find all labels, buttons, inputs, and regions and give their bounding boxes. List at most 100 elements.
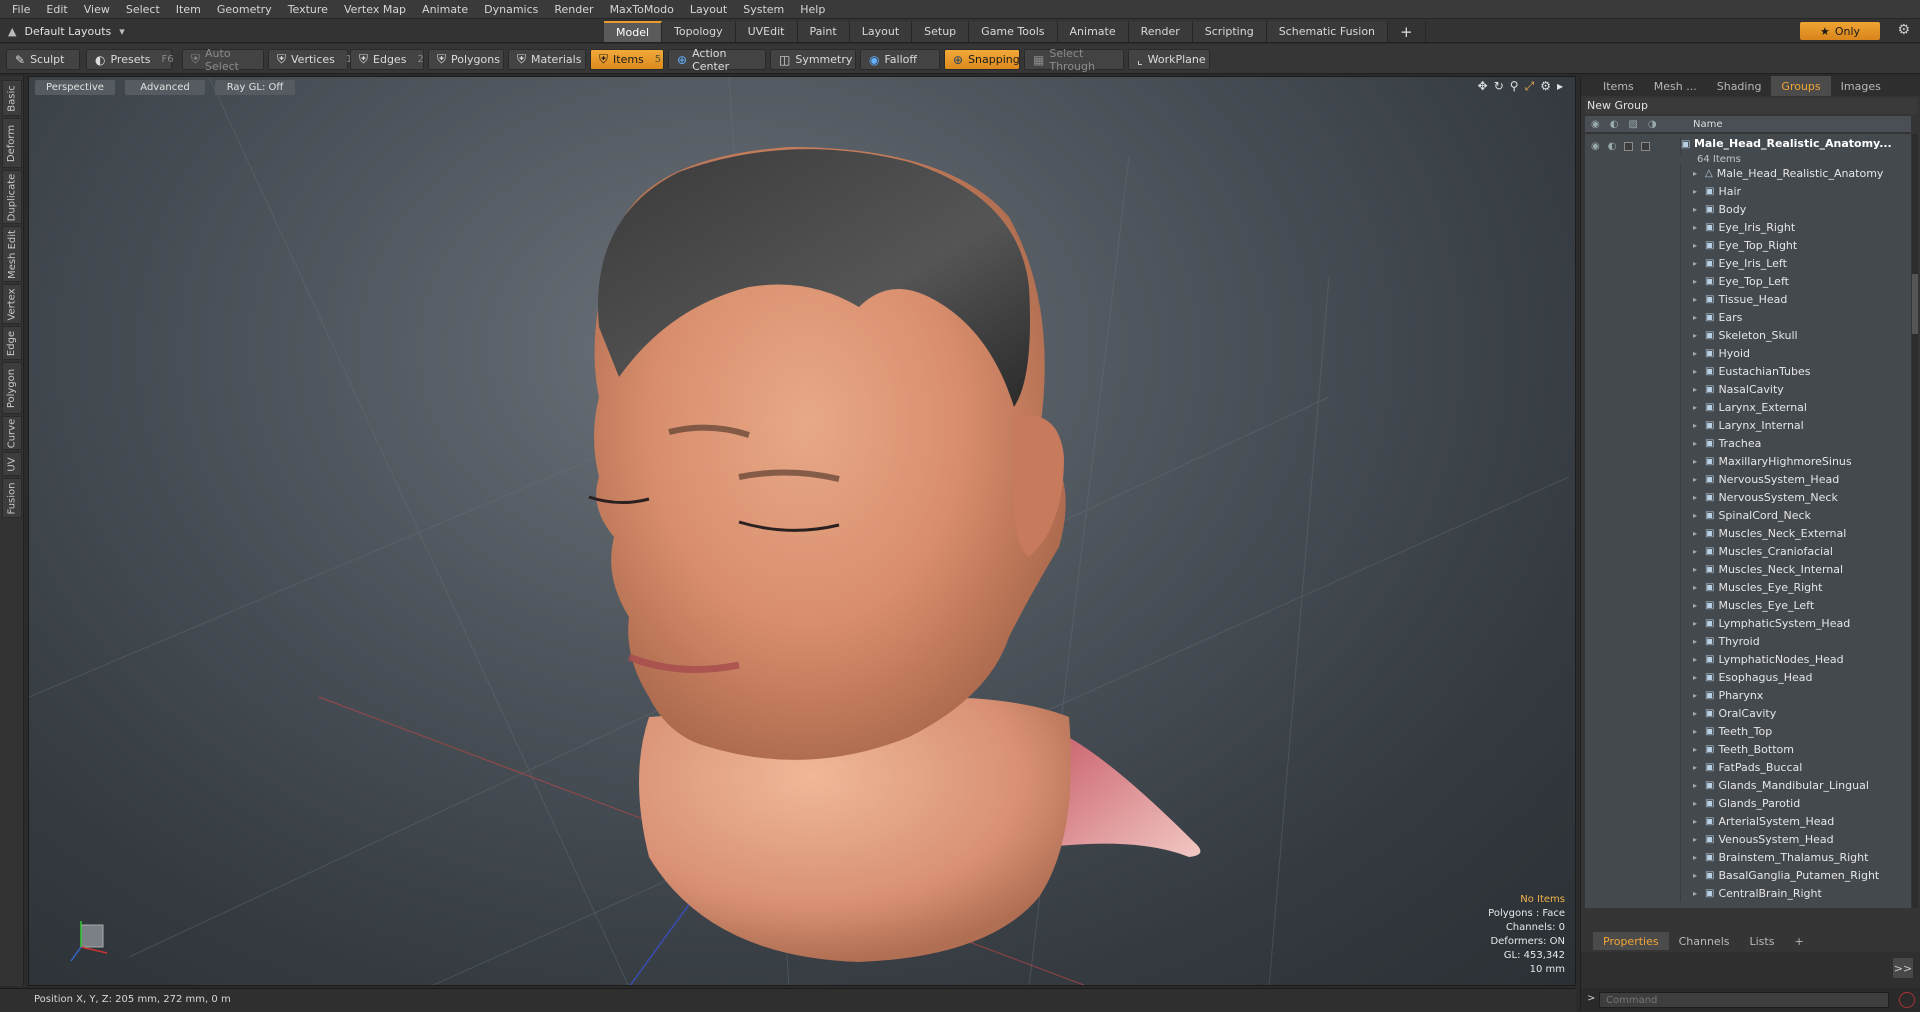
list-item[interactable]: ▸ ▣ Hyoid <box>1585 344 1911 362</box>
list-item[interactable]: ▸ ▣ Esophagus_Head <box>1585 668 1911 686</box>
expand-icon[interactable]: ▸ <box>1693 547 1701 556</box>
list-item[interactable]: ▸ ▣ Pharynx <box>1585 686 1911 704</box>
select-checkbox[interactable] <box>1641 141 1651 151</box>
menu-geometry[interactable]: Geometry <box>211 0 282 19</box>
pan-icon[interactable]: ✥ <box>1478 79 1488 94</box>
rotate-icon[interactable]: ↻ <box>1494 79 1504 94</box>
expand-icon[interactable]: ▸ <box>1693 745 1701 754</box>
list-item[interactable]: ▸ ▣ NervousSystem_Head <box>1585 470 1911 488</box>
expand-icon[interactable]: ▸ <box>1693 187 1701 196</box>
list-item[interactable]: ▸ ▣ Eye_Top_Left <box>1585 272 1911 290</box>
expand-icon[interactable]: ▸ <box>1693 421 1701 430</box>
list-item[interactable]: ▸ ▣ CentralBrain_Right <box>1585 884 1911 902</box>
list-item[interactable]: ▸ ▣ Brainstem_Thalamus_Right <box>1585 848 1911 866</box>
list-item[interactable]: ▸ ▣ Teeth_Top <box>1585 722 1911 740</box>
left-tab-fusion[interactable]: Fusion <box>2 478 22 518</box>
menu-item[interactable]: Item <box>170 0 211 19</box>
viewport-gear-icon[interactable]: ⚙ <box>1540 79 1551 94</box>
expand-icon[interactable]: ▸ <box>1693 601 1701 610</box>
polygons-button[interactable]: ⛨ Polygons <box>428 49 504 70</box>
falloff-button[interactable]: ◉ Falloff <box>860 49 940 70</box>
only-button[interactable]: ★ Only <box>1800 22 1880 40</box>
menu-layout[interactable]: Layout <box>684 0 737 19</box>
expand-icon[interactable]: ▸ <box>1693 259 1701 268</box>
menu-render[interactable]: Render <box>548 0 603 19</box>
action-center-button[interactable]: ⊕ Action Center <box>668 47 766 73</box>
expand-icon[interactable]: ▸ <box>1693 763 1701 772</box>
expand-icon[interactable]: ▸ <box>1693 529 1701 538</box>
group-root-row[interactable]: ◉ ◐ ▣ Male_Head_Realistic_Anatomy... 64 Ite… <box>1585 134 1911 165</box>
list-item[interactable]: ▸ ▣ FatPads_Buccal <box>1585 758 1911 776</box>
expand-icon[interactable]: ▸ <box>1693 511 1701 520</box>
expand-icon[interactable]: ▸ <box>1693 817 1701 826</box>
list-item[interactable]: ▸ ▣ Muscles_Neck_Internal <box>1585 560 1911 578</box>
expand-icon[interactable]: ▸ <box>1693 871 1701 880</box>
row-visibility-toggles[interactable]: ◉ ◐ <box>1585 137 1681 155</box>
snapping-button[interactable]: ⊕ Snapping <box>944 49 1020 70</box>
materials-button[interactable]: ⛨ Materials <box>508 49 586 70</box>
panel-tab-lists[interactable]: Lists <box>1740 932 1785 950</box>
list-item[interactable]: ▸ ▣ Ears <box>1585 308 1911 326</box>
list-item[interactable]: ▸ ▣ Glands_Mandibular_Lingual <box>1585 776 1911 794</box>
expand-icon[interactable]: ▸ <box>1693 853 1701 862</box>
expand-icon[interactable]: ▸ <box>1693 493 1701 502</box>
list-item[interactable]: ▸ ▣ Muscles_Craniofacial <box>1585 542 1911 560</box>
edges-button[interactable]: ⛨ Edges 2 <box>350 49 424 70</box>
tab-layout[interactable]: Layout <box>849 21 913 42</box>
tab-schematic-fusion[interactable]: Schematic Fusion <box>1266 21 1389 42</box>
render-toggle-icon[interactable]: ◐ <box>1608 141 1617 152</box>
maximize-icon[interactable]: ⤢ <box>1525 79 1535 94</box>
tab-model[interactable]: Model <box>604 21 663 42</box>
left-tab-edge[interactable]: Edge <box>2 326 22 360</box>
menu-maxtomodo[interactable]: MaxToModo <box>604 0 684 19</box>
select-through-button[interactable]: ▦ Select Through <box>1024 47 1124 73</box>
expand-icon[interactable]: ▸ <box>1693 565 1701 574</box>
expand-arrow-button[interactable]: >> <box>1893 958 1913 978</box>
list-item[interactable]: ▸ ▣ Body <box>1585 200 1911 218</box>
expand-icon[interactable]: ▸ <box>1693 457 1701 466</box>
list-item[interactable]: ▸ △ Male_Head_Realistic_Anatomy <box>1585 164 1911 182</box>
menu-system[interactable]: System <box>737 0 794 19</box>
viewport-menu-icon[interactable]: ▸ <box>1557 79 1563 94</box>
expand-icon[interactable]: ▸ <box>1693 295 1701 304</box>
menu-file[interactable]: File <box>6 0 40 19</box>
items-button[interactable]: ⛨ Items 5 <box>590 49 664 70</box>
expand-icon[interactable]: ▸ <box>1693 223 1701 232</box>
list-item[interactable]: ▸ ▣ Trachea <box>1585 434 1911 452</box>
eye-icon[interactable]: ◉ <box>1591 141 1600 152</box>
menu-animate[interactable]: Animate <box>416 0 478 19</box>
expand-icon[interactable]: ▸ <box>1693 385 1701 394</box>
tab-animate[interactable]: Animate <box>1057 21 1129 42</box>
list-item[interactable]: ▸ ▣ Glands_Parotid <box>1585 794 1911 812</box>
panel-tab-mesh[interactable]: Mesh ... <box>1644 76 1707 96</box>
list-item[interactable]: ▸ ▣ NervousSystem_Neck <box>1585 488 1911 506</box>
shading-dropdown[interactable]: Advanced <box>125 80 205 95</box>
expand-icon[interactable]: ▸ <box>1693 349 1701 358</box>
expand-icon[interactable]: ▸ <box>1693 655 1701 664</box>
vertices-button[interactable]: ⛨Vertices1 <box>268 49 352 70</box>
panel-tab-shading[interactable]: Shading <box>1707 76 1772 96</box>
panel-tab-properties[interactable]: Properties <box>1593 932 1669 950</box>
list-item[interactable]: ▸ ▣ Thyroid <box>1585 632 1911 650</box>
panel-tab-groups[interactable]: Groups <box>1771 76 1831 96</box>
layout-selector[interactable]: ▲ Default Layouts ▾ <box>8 22 125 40</box>
list-item[interactable]: ▸ ▣ NasalCavity <box>1585 380 1911 398</box>
tab-render[interactable]: Render <box>1128 21 1193 42</box>
expand-icon[interactable]: ▸ <box>1693 403 1701 412</box>
list-item[interactable]: ▸ ▣ Eye_Iris_Right <box>1585 218 1911 236</box>
raygl-toggle[interactable]: Ray GL: Off <box>215 80 295 95</box>
lock-checkbox[interactable] <box>1624 141 1634 151</box>
list-item[interactable]: ▸ ▣ Larynx_Internal <box>1585 416 1911 434</box>
add-panel-tab-button[interactable]: + <box>1784 932 1813 950</box>
left-tab-uv[interactable]: UV <box>2 452 22 476</box>
left-tab-polygon[interactable]: Polygon <box>2 362 22 414</box>
list-item[interactable]: ▸ ▣ LymphaticSystem_Head <box>1585 614 1911 632</box>
list-item[interactable]: ▸ ▣ Skeleton_Skull <box>1585 326 1911 344</box>
expand-icon[interactable]: ▸ <box>1693 781 1701 790</box>
list-item[interactable]: ▸ ▣ Muscles_Neck_External <box>1585 524 1911 542</box>
menu-view[interactable]: View <box>78 0 120 19</box>
expand-icon[interactable]: ▸ <box>1693 637 1701 646</box>
expand-icon[interactable]: ▸ <box>1693 367 1701 376</box>
expand-icon[interactable]: ▸ <box>1693 727 1701 736</box>
expand-icon[interactable]: ▸ <box>1693 691 1701 700</box>
